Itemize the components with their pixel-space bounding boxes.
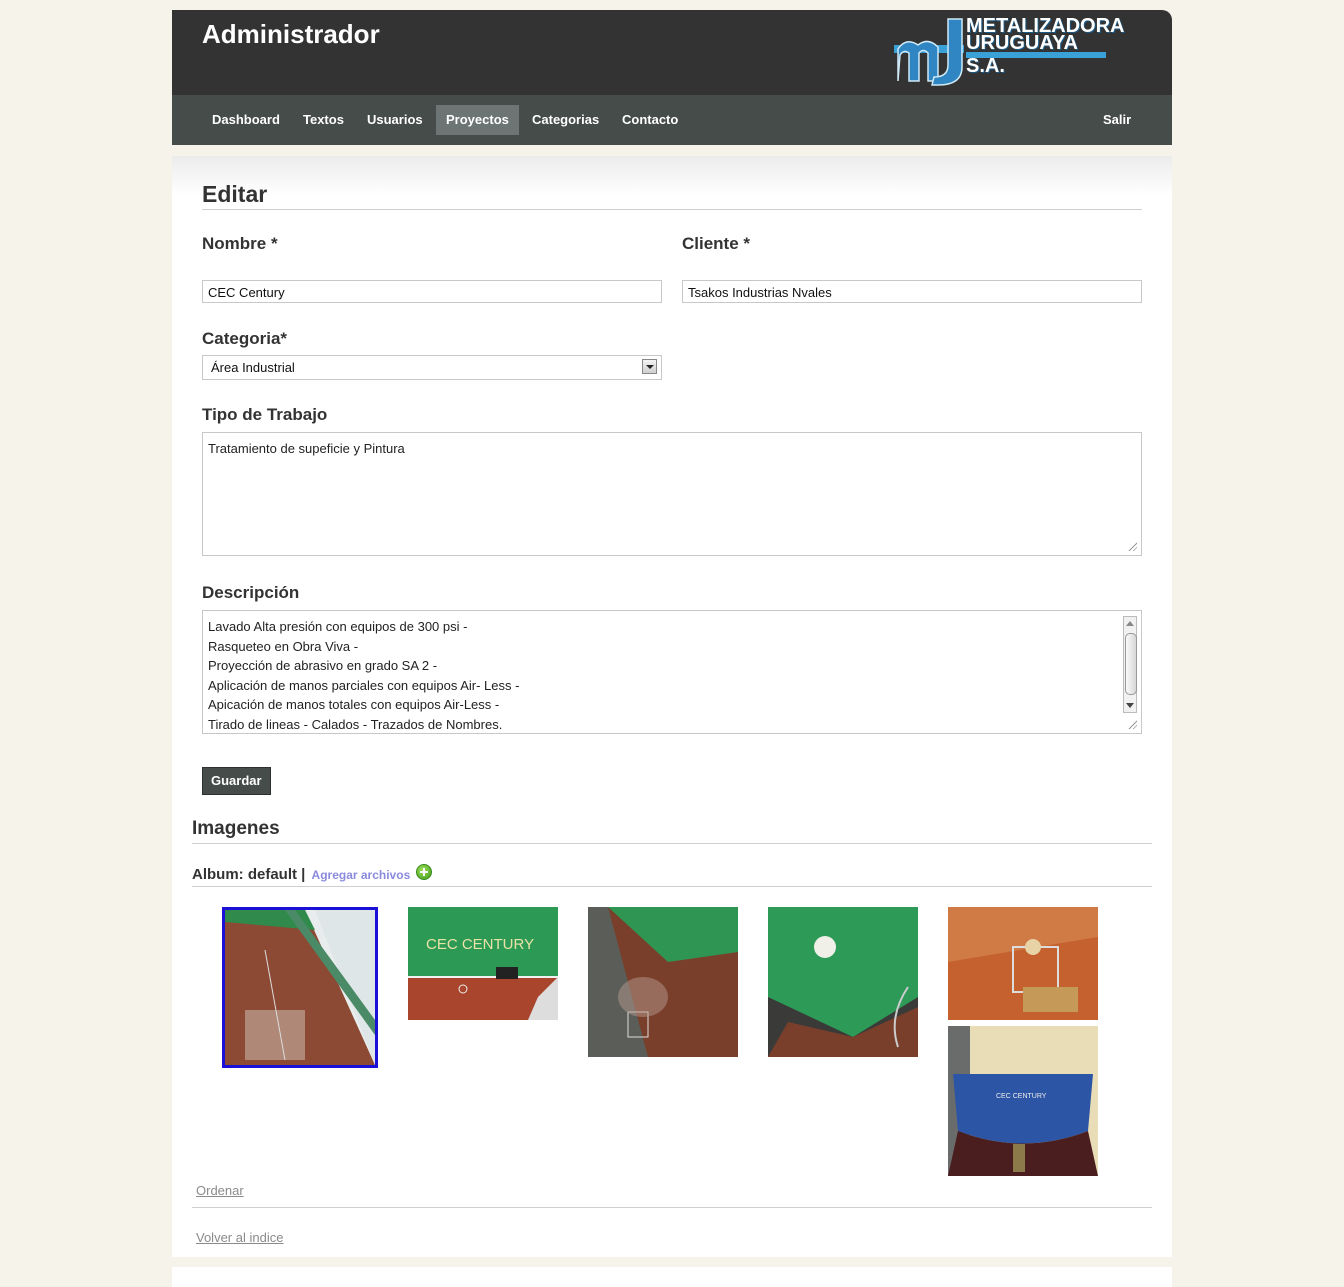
categoria-label: Categoria* bbox=[202, 329, 288, 348]
nombre-input[interactable]: CEC Century bbox=[202, 280, 662, 303]
descripcion-line: Lavado Alta presión con equipos de 300 p… bbox=[208, 619, 468, 634]
descripcion-line: Tirado de lineas - Calados - Trazados de… bbox=[208, 716, 503, 732]
nav-item-proyectos[interactable]: Proyectos bbox=[436, 105, 519, 135]
tipo-trabajo-label: Tipo de Trabajo bbox=[202, 405, 328, 424]
nombre-label: Nombre * bbox=[202, 234, 278, 253]
image-thumbnail-1[interactable] bbox=[222, 907, 378, 1068]
scroll-down-icon[interactable] bbox=[1126, 703, 1134, 708]
images-divider bbox=[192, 843, 1152, 844]
ship-hull-photo bbox=[225, 910, 375, 1065]
descripcion-line: Apicación de manos totales con equipos A… bbox=[208, 697, 500, 712]
categoria-selected-value: Área Industrial bbox=[211, 360, 295, 375]
ship-name-photo: CEC CENTURY bbox=[408, 907, 558, 1020]
album-divider bbox=[192, 886, 1152, 887]
logo-bar bbox=[966, 52, 1106, 58]
main-content: Editar Nombre * CEC Century Cliente * Ts… bbox=[172, 156, 1172, 1257]
nav-item-usuarios[interactable]: Usuarios bbox=[357, 105, 433, 135]
hull-painting-photo bbox=[948, 907, 1098, 1020]
image-thumbnail-5[interactable] bbox=[948, 907, 1098, 1020]
page-wrapper: Administrador METALIZADORA URUGUAYA S.A.… bbox=[172, 10, 1172, 1257]
images-heading: Imagenes bbox=[192, 818, 280, 839]
ship-stern-name-text: CEC CENTURY bbox=[996, 1093, 1047, 1100]
save-button[interactable]: Guardar bbox=[202, 767, 271, 795]
image-thumbnail-4[interactable] bbox=[768, 907, 918, 1057]
cliente-label: Cliente * bbox=[682, 234, 751, 253]
add-files-plus-icon[interactable] bbox=[416, 864, 432, 880]
ship-bow-photo bbox=[768, 907, 918, 1057]
main-nav: Dashboard Textos Usuarios Proyectos Cate… bbox=[172, 95, 1172, 145]
content-top-gradient bbox=[172, 156, 1172, 196]
descripcion-line: Proyección de abrasivo en grado SA 2 - bbox=[208, 658, 438, 673]
nav-item-textos[interactable]: Textos bbox=[293, 105, 354, 135]
ship-name-text: CEC CENTURY bbox=[426, 936, 534, 953]
chevron-down-icon[interactable] bbox=[642, 359, 657, 374]
image-thumbnail-3[interactable] bbox=[588, 907, 738, 1057]
heading-divider bbox=[202, 209, 1142, 210]
tipo-trabajo-value: Tratamiento de supeficie y Pintura bbox=[208, 441, 405, 456]
footer-divider bbox=[192, 1207, 1152, 1208]
image-thumbnail-2[interactable]: CEC CENTURY bbox=[408, 907, 558, 1020]
tipo-trabajo-textarea[interactable]: Tratamiento de supeficie y Pintura bbox=[202, 432, 1142, 556]
company-logo: METALIZADORA URUGUAYA S.A. bbox=[892, 15, 1125, 87]
form-heading: Editar bbox=[202, 181, 268, 207]
resize-grip-icon[interactable] bbox=[1127, 541, 1137, 551]
descripcion-scrollbar[interactable] bbox=[1123, 616, 1137, 713]
page-title: Administrador bbox=[202, 19, 380, 49]
categoria-select[interactable]: Área Industrial bbox=[202, 355, 662, 380]
ship-hull-washing-photo bbox=[588, 907, 738, 1057]
logo-mark-icon bbox=[894, 18, 964, 86]
nav-item-dashboard[interactable]: Dashboard bbox=[202, 105, 290, 135]
nav-item-contacto[interactable]: Contacto bbox=[612, 105, 688, 135]
scroll-up-icon[interactable] bbox=[1126, 621, 1134, 626]
album-label: Album: default | bbox=[192, 866, 306, 883]
header: Administrador METALIZADORA URUGUAYA S.A. bbox=[172, 10, 1172, 95]
back-to-index-link[interactable]: Volver al indice bbox=[196, 1230, 283, 1245]
ship-stern-photo: CEC CENTURY bbox=[948, 1026, 1098, 1176]
cliente-input[interactable]: Tsakos Industrias Nvales bbox=[682, 280, 1142, 303]
scroll-thumb[interactable] bbox=[1125, 633, 1137, 695]
descripcion-line: Rasqueteo en Obra Viva - bbox=[208, 638, 359, 654]
page-footer bbox=[172, 1267, 1172, 1287]
descripcion-line: Aplicación de manos parciales con equipo… bbox=[208, 677, 520, 693]
add-files-link[interactable]: Agregar archivos bbox=[312, 868, 411, 882]
descripcion-label: Descripción bbox=[202, 583, 300, 602]
logout-link[interactable]: Salir bbox=[1093, 105, 1141, 135]
image-thumbnail-6[interactable]: CEC CENTURY bbox=[948, 1026, 1098, 1176]
nav-item-categorias[interactable]: Categorias bbox=[522, 105, 609, 135]
descripcion-textarea[interactable]: Lavado Alta presión con equipos de 300 p… bbox=[202, 610, 1142, 734]
album-header: Album: default | Agregar archivos bbox=[192, 866, 410, 883]
order-link[interactable]: Ordenar bbox=[196, 1183, 244, 1198]
